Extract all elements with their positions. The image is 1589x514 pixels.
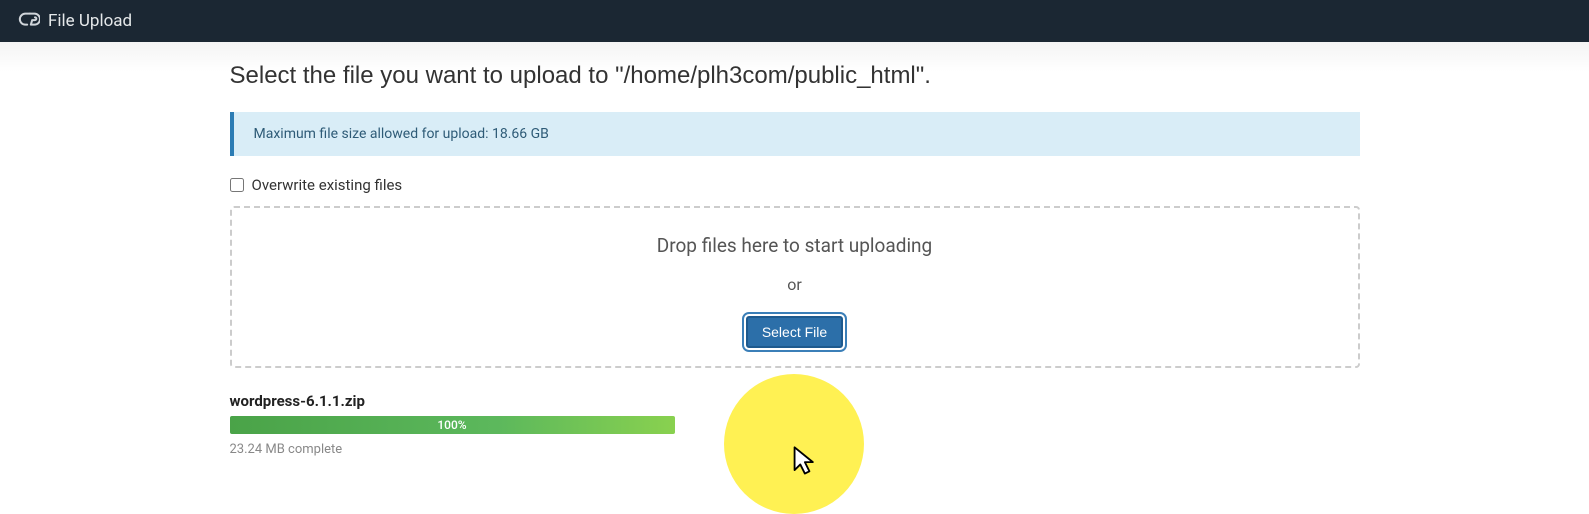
cursor-pointer-icon <box>792 445 820 477</box>
dropzone-or-text: or <box>252 275 1338 294</box>
overwrite-checkbox[interactable] <box>230 178 244 192</box>
header-bar: File Upload <box>0 0 1589 42</box>
dropzone-text: Drop files here to start uploading <box>252 234 1338 257</box>
alert-message: Maximum file size allowed for upload: 18… <box>254 126 549 142</box>
progress-bar: 100% <box>230 416 675 434</box>
heading-path: "/home/plh3com/public_html" <box>615 62 924 89</box>
overwrite-checkbox-row: Overwrite existing files <box>230 176 1360 194</box>
heading-prefix: Select the file you want to upload to <box>230 62 616 89</box>
max-filesize-alert: Maximum file size allowed for upload: 18… <box>230 112 1360 156</box>
heading-suffix: . <box>924 62 931 89</box>
overwrite-label[interactable]: Overwrite existing files <box>252 176 403 194</box>
select-file-button[interactable]: Select File <box>746 316 843 348</box>
page-heading: Select the file you want to upload to "/… <box>230 62 1360 90</box>
progress-bar-fill: 100% <box>230 416 675 434</box>
progress-label: 100% <box>437 418 466 432</box>
file-dropzone[interactable]: Drop files here to start uploading or Se… <box>230 206 1360 368</box>
cursor-highlight-circle <box>724 374 864 514</box>
header-title: File Upload <box>48 11 132 31</box>
header-logo-group: File Upload <box>18 10 132 32</box>
cpanel-icon <box>18 10 40 32</box>
